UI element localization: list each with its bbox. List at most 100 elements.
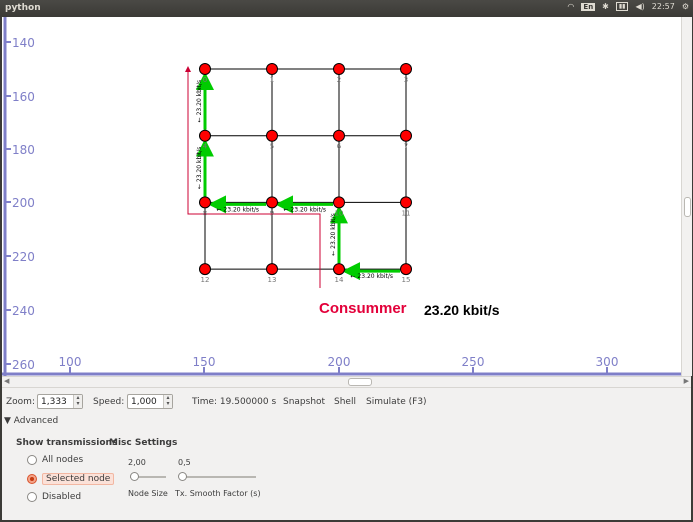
y-tick-label: 220: [12, 250, 35, 264]
node-label: 2: [337, 76, 341, 84]
consumer-rate: 23.20 kbit/s: [424, 302, 500, 318]
zoom-spinner[interactable]: 1,333 ▴ ▾: [37, 394, 83, 409]
x-tick-label: 100: [59, 355, 82, 369]
scroll-right-icon[interactable]: ▶: [684, 377, 689, 385]
y-tick-label: 240: [12, 304, 35, 318]
node-6: [333, 129, 345, 142]
speed-spinner[interactable]: 1,000 ▴ ▾: [127, 394, 173, 409]
node-4: [199, 129, 211, 142]
node-2: [333, 63, 345, 75]
smooth-factor-track[interactable]: [180, 476, 256, 478]
node-0: [199, 63, 211, 75]
radio-button[interactable]: [27, 492, 37, 502]
radio-selected-node[interactable]: Selected node: [27, 473, 115, 485]
node-label: 6: [337, 143, 342, 151]
x-tick-label: 150: [193, 355, 216, 369]
zoom-stepper-icon[interactable]: ▴ ▾: [73, 395, 82, 408]
node-10: [333, 196, 345, 209]
node-3: [400, 63, 412, 75]
flow-label: ← 23.20 kbit/s: [351, 273, 393, 280]
speed-stepper-icon[interactable]: ▴ ▾: [163, 395, 172, 408]
clock[interactable]: 22:57: [652, 2, 675, 11]
node-label: 13: [268, 276, 277, 284]
y-tick-label: 160: [12, 90, 35, 104]
show-transmissions-title: Show transmissions: [16, 438, 118, 448]
horizontal-scrollbar[interactable]: ◀ ▶: [2, 376, 691, 388]
node-15: [400, 263, 412, 276]
volume-icon[interactable]: ◀): [635, 2, 644, 11]
node-label: 8: [203, 209, 207, 217]
consumer-path: [185, 66, 321, 288]
x-tick-label: 300: [596, 355, 619, 369]
smooth-factor-label: Tx. Smooth Factor (s): [175, 489, 261, 498]
y-tick-label: 200: [12, 196, 35, 210]
node-size-slider[interactable]: [130, 472, 139, 481]
node-label: 3: [404, 76, 408, 84]
radio-disabled[interactable]: Disabled: [27, 492, 81, 502]
node-7: [400, 129, 412, 142]
flow-label: ← 23.20 kbit/s: [196, 80, 203, 122]
node-1: [266, 63, 278, 75]
flow-label: ← 23.20 kbit/s: [284, 206, 326, 213]
node-label: 0: [203, 76, 207, 84]
zoom-value[interactable]: 1,333: [41, 397, 67, 407]
node-label: 10: [335, 209, 344, 217]
node-size-value: 2,00: [128, 458, 146, 467]
advanced-label[interactable]: Advanced: [14, 416, 58, 426]
node-label: 7: [404, 143, 408, 151]
speed-value[interactable]: 1,000: [131, 397, 157, 407]
zoom-label: Zoom:: [6, 397, 35, 407]
flow-label: ← 23.20 kbit/s: [330, 213, 337, 255]
shell-button[interactable]: Shell: [334, 397, 356, 407]
wifi-icon[interactable]: ◠: [567, 2, 574, 11]
node-label: 1: [270, 76, 274, 84]
node-label: 11: [402, 209, 411, 217]
bluetooth-icon[interactable]: ✱: [602, 2, 609, 11]
control-bar: Zoom: 1,333 ▴ ▾ Speed: 1,000 ▴ ▾ Time: 19.…: [2, 393, 691, 413]
radio-button[interactable]: [27, 455, 37, 465]
node-13: [266, 263, 278, 276]
node-label: 4: [203, 143, 208, 151]
node-label: 5: [270, 143, 274, 151]
node-size-label: Node Size: [128, 489, 168, 498]
vertical-scrollbar[interactable]: [681, 17, 692, 376]
topology-svg[interactable]: 140 160 1 8 0 200 220 240 260 100 150 200 250 300 ← …: [2, 17, 681, 376]
node-12: [199, 263, 211, 276]
flow-label: ← 23.20 kbit/s: [196, 147, 203, 189]
topology-canvas[interactable]: 140 160 1 8 0 200 220 240 260 100 150 200 250 300 ← …: [2, 17, 681, 376]
smooth-factor-slider[interactable]: [178, 472, 187, 481]
consumer-label: Consummer: [319, 300, 407, 317]
flow-label: ← 23.20 kbit/s: [217, 206, 259, 213]
radio-button-checked[interactable]: [27, 474, 37, 484]
vertical-scroll-thumb[interactable]: [684, 197, 691, 217]
advanced-expander[interactable]: ▼ Advanced: [4, 416, 58, 426]
expander-triangle-icon[interactable]: ▼: [4, 416, 11, 426]
scroll-left-icon[interactable]: ◀: [4, 377, 9, 385]
keyboard-layout-indicator[interactable]: En: [581, 2, 596, 11]
time-readout: Time: 19.500000 s: [192, 397, 277, 407]
node-label: 9: [270, 209, 274, 217]
snapshot-button[interactable]: Snapshot: [283, 397, 325, 407]
radio-label[interactable]: Selected node: [42, 473, 115, 485]
top-panel: python ◠ En ✱ ▮▮ ◀) 22:57 ⚙: [0, 0, 693, 17]
y-tick-label: 140: [12, 36, 35, 50]
node-11: [400, 196, 412, 209]
node-8: [199, 196, 211, 209]
radio-label[interactable]: All nodes: [42, 455, 83, 465]
node-5: [266, 129, 278, 142]
y-tick-label: 260: [12, 358, 35, 372]
node-label: 14: [335, 276, 344, 284]
node-14: [333, 263, 345, 276]
radio-all-nodes[interactable]: All nodes: [27, 455, 83, 465]
x-tick-label: 250: [462, 355, 485, 369]
horizontal-scroll-thumb[interactable]: [348, 378, 372, 386]
gear-icon[interactable]: ⚙: [682, 2, 689, 11]
battery-icon[interactable]: ▮▮: [615, 2, 629, 11]
simulate-button[interactable]: Simulate (F3): [366, 397, 427, 407]
window-title: python: [5, 3, 41, 13]
radio-label[interactable]: Disabled: [42, 492, 81, 502]
system-tray: ◠ En ✱ ▮▮ ◀) 22:57 ⚙: [567, 2, 689, 11]
speed-label: Speed:: [93, 397, 125, 407]
misc-settings-title: Misc Settings: [109, 438, 178, 448]
x-tick-label: 200: [328, 355, 351, 369]
